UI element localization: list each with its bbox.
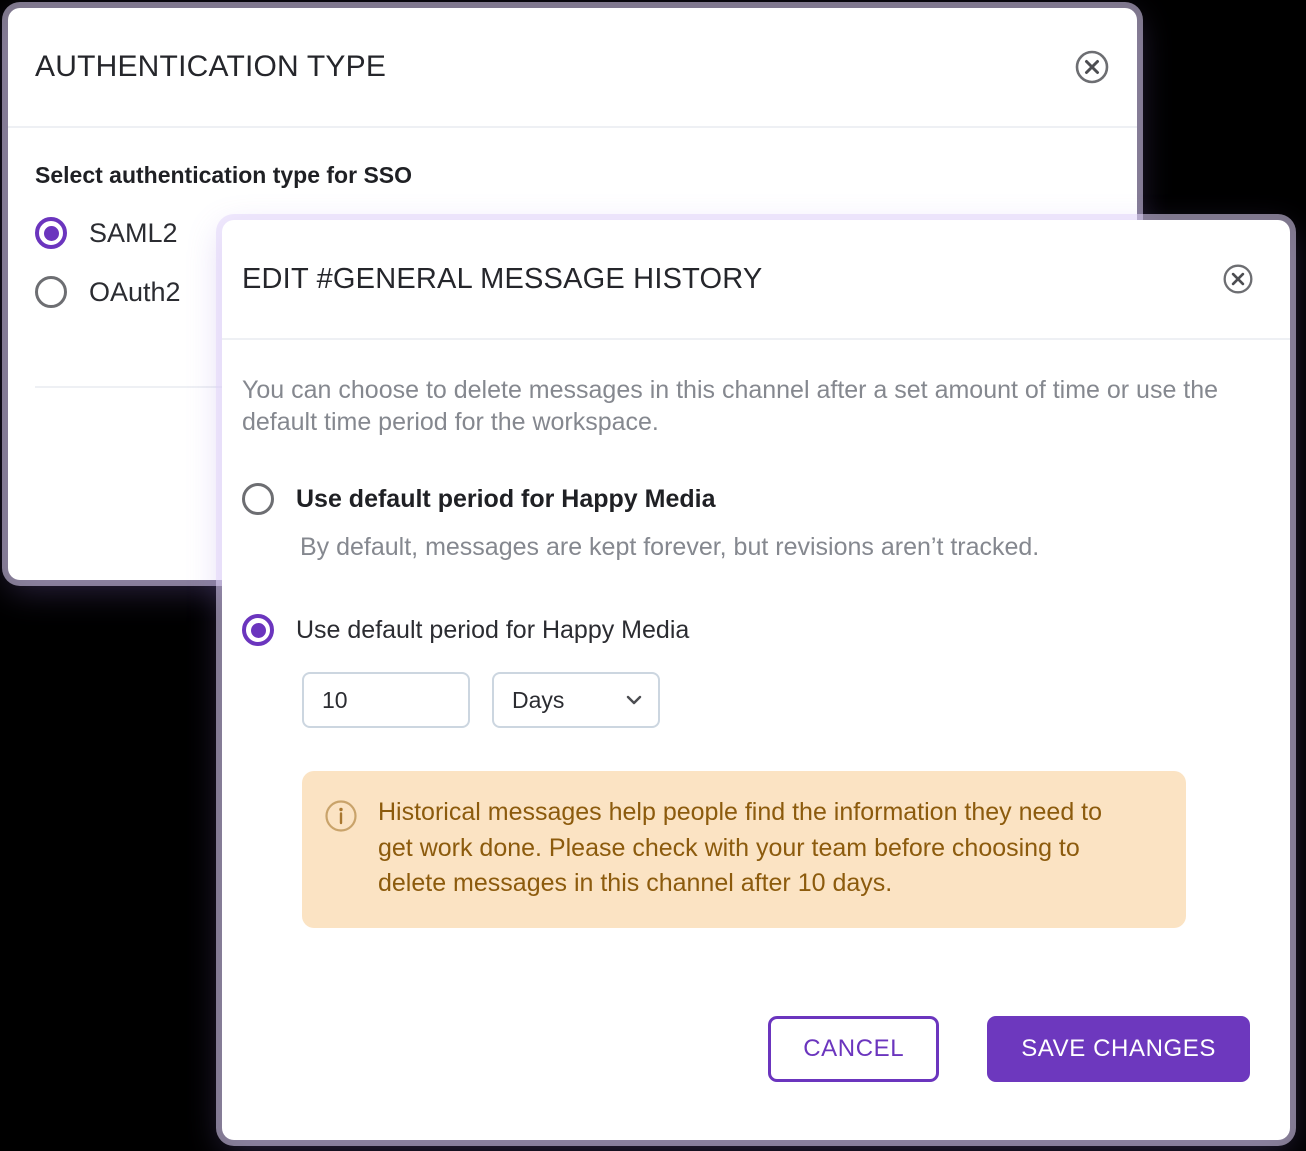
- option-custom-period[interactable]: Use default period for Happy Media His: [242, 614, 1270, 928]
- option-default-period-description: By default, messages are kept forever, b…: [300, 533, 1270, 562]
- history-dialog-header: EDIT #GENERAL MESSAGE HISTORY: [222, 220, 1290, 340]
- historical-messages-callout: Historical messages help people find the…: [302, 771, 1186, 928]
- auth-dialog-title: AUTHENTICATION TYPE: [35, 50, 386, 84]
- duration-unit-select-wrapper: [492, 672, 660, 728]
- edit-message-history-dialog: EDIT #GENERAL MESSAGE HISTORY You can ch…: [222, 220, 1290, 1140]
- auth-section-label: Select authentication type for SSO: [35, 162, 1110, 189]
- option-default-period[interactable]: Use default period for Happy Media By de…: [242, 483, 1270, 562]
- option-default-period-label: Use default period for Happy Media: [296, 485, 716, 514]
- radio-default-period[interactable]: [242, 483, 274, 515]
- radio-oauth2[interactable]: [35, 276, 67, 308]
- close-circle-icon[interactable]: [1074, 49, 1110, 85]
- history-dialog-title: EDIT #GENERAL MESSAGE HISTORY: [242, 263, 762, 296]
- history-intro-text: You can choose to delete messages in thi…: [242, 374, 1252, 438]
- duration-controls: [302, 672, 1270, 728]
- auth-option-saml2-label: SAML2: [89, 218, 178, 249]
- info-circle-icon: [324, 799, 358, 833]
- save-changes-button[interactable]: SAVE CHANGES: [987, 1016, 1250, 1082]
- history-dialog-footer: CANCEL SAVE CHANGES: [768, 1016, 1250, 1082]
- cancel-button[interactable]: CANCEL: [768, 1016, 939, 1082]
- radio-custom-period[interactable]: [242, 614, 274, 646]
- close-circle-icon[interactable]: [1222, 263, 1254, 295]
- history-dialog-body: You can choose to delete messages in thi…: [222, 340, 1290, 928]
- option-custom-period-label: Use default period for Happy Media: [296, 616, 689, 645]
- historical-messages-callout-text: Historical messages help people find the…: [378, 795, 1118, 902]
- duration-unit-select[interactable]: [492, 672, 660, 728]
- auth-dialog-header: AUTHENTICATION TYPE: [8, 8, 1137, 128]
- radio-saml2[interactable]: [35, 217, 67, 249]
- auth-option-oauth2-label: OAuth2: [89, 277, 181, 308]
- duration-value-input[interactable]: [302, 672, 470, 728]
